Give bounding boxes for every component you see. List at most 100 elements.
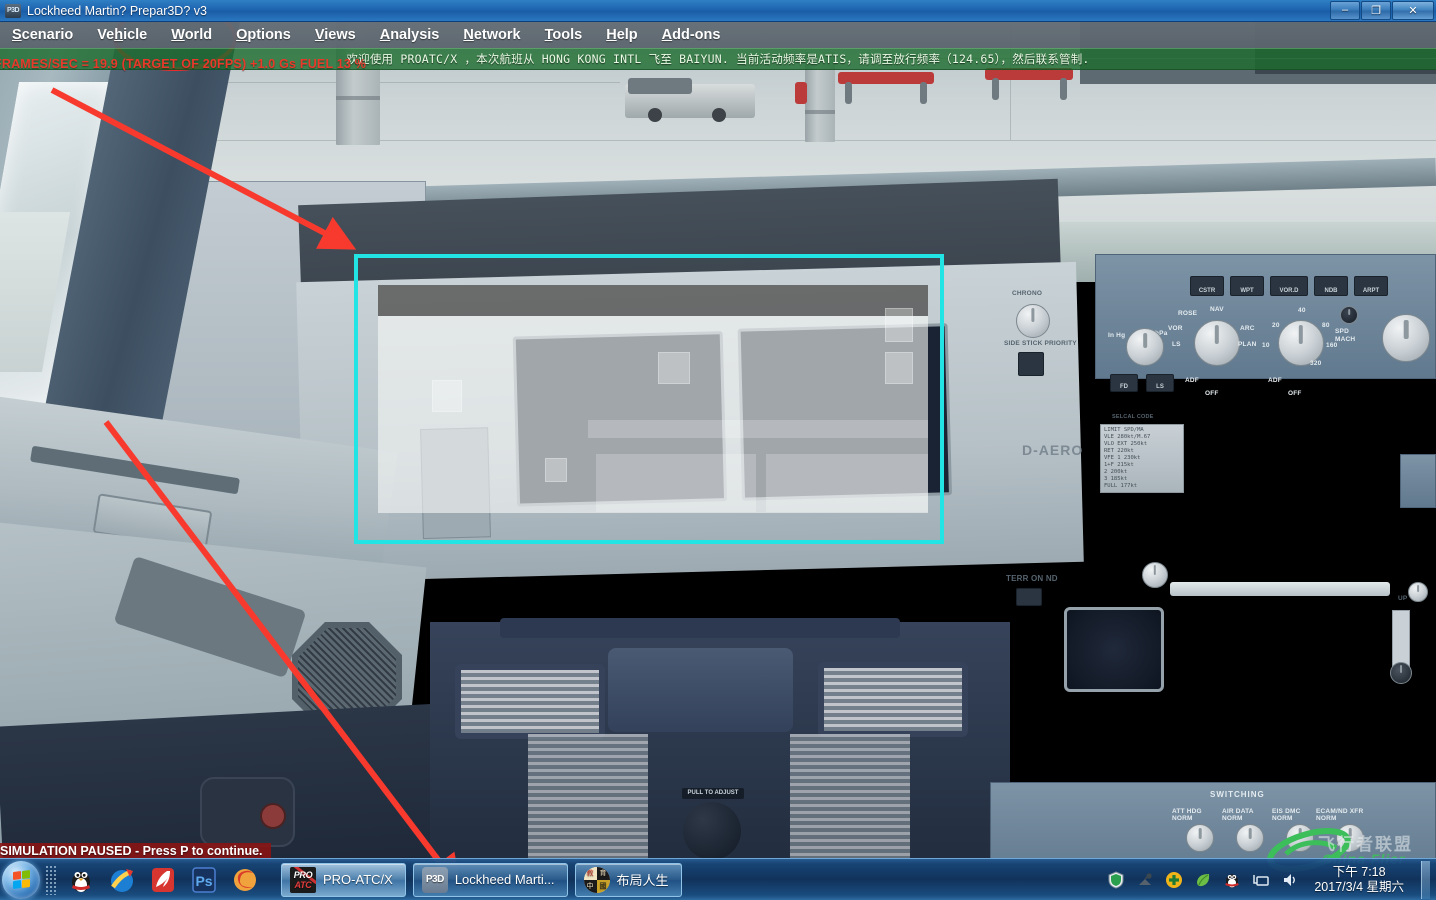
taskbar-clock[interactable]: 下午 7:18 2017/3/4 星期六 (1310, 865, 1410, 895)
range-tick-40: 40 (1298, 307, 1306, 314)
placard-line: FULL 177kt (1104, 483, 1138, 489)
leaf-icon[interactable] (1194, 871, 1212, 889)
bujurensheng-icon: 教 育 中 國 (583, 866, 610, 893)
rcdr-panel (1400, 454, 1436, 508)
efis-button-arpt[interactable]: ARPT (1354, 276, 1388, 296)
taskbar-task-buttons[interactable]: PRO ATC PRO-ATC/X P3D Lockheed Marti... 教… (281, 862, 682, 897)
menu-accel: N (463, 27, 474, 43)
menu-views[interactable]: Views (303, 27, 368, 43)
fd-button[interactable]: FD (1110, 374, 1138, 392)
menu-label: orld (184, 27, 213, 43)
taskbar-item-prepar3d[interactable]: P3D Lockheed Marti... (412, 862, 568, 897)
taskbar-item-prepar3d-label: Lockheed Marti... (454, 872, 555, 887)
menu-accel: W (171, 27, 185, 43)
taskbar-item-proatc-label: PRO-ATC/X (323, 872, 393, 887)
menu-help[interactable]: Help (594, 27, 649, 43)
eis-dmc-knob[interactable] (1286, 824, 1314, 852)
window-title: Lockheed Martin? Prepar3D? v3 (27, 3, 207, 18)
qq-tray-icon[interactable] (1223, 871, 1241, 889)
menu-network[interactable]: Network (451, 27, 532, 43)
rudder-pedal-right[interactable] (818, 662, 968, 737)
satellite-icon[interactable] (1136, 871, 1154, 889)
p3d-icon: P3D (421, 866, 448, 893)
vor-label: VOR (1168, 325, 1183, 332)
menu-label: nalysis (390, 27, 440, 43)
speed-limit-placard: LIMIT SPD/MA VLE 280kt/M.67 VLO EXT 250k… (1100, 424, 1184, 493)
terr-on-nd-button[interactable] (1016, 588, 1042, 606)
isis-knob[interactable] (1142, 562, 1168, 588)
menu-addons[interactable]: Add-ons (650, 27, 733, 43)
browser-icon[interactable] (108, 866, 136, 894)
nd-mode-selector[interactable] (1194, 320, 1240, 366)
efis-button-ndb[interactable]: NDB (1314, 276, 1348, 296)
spd-mach-button[interactable] (1340, 306, 1358, 324)
menu-scenario[interactable]: Scenario (0, 27, 85, 43)
rudder-pedal-left[interactable] (455, 664, 605, 739)
close-button[interactable]: ✕ (1392, 0, 1434, 20)
selcal-code-label: SELCAL CODE (1112, 414, 1154, 420)
firefox-icon[interactable] (231, 866, 259, 894)
seat-release-button[interactable] (260, 803, 286, 829)
switching-title: SWITCHING (1210, 790, 1265, 799)
show-desktop-button[interactable] (1421, 860, 1430, 899)
air-data-knob[interactable] (1236, 824, 1264, 852)
ls-button[interactable]: LS (1146, 374, 1174, 392)
ls-mode-label: LS (1172, 341, 1181, 348)
menu-label: elp (616, 27, 638, 43)
switching-label-ecam-nd: ECAM/ND XFR NORM (1316, 808, 1364, 822)
menu-options[interactable]: Options (224, 27, 303, 43)
menu-vehicle[interactable]: Vehicle (85, 27, 159, 43)
volume-icon[interactable] (1281, 871, 1299, 889)
shield-icon[interactable] (1107, 870, 1125, 889)
system-tray[interactable]: 下午 7:18 2017/3/4 星期六 (1107, 860, 1436, 899)
side-stick-priority-label: SIDE STICK PRIORITY (1004, 340, 1077, 347)
ghost-content-strip (596, 454, 756, 512)
ghost-window-titlebar (378, 285, 928, 316)
windows-taskbar[interactable]: Ps PRO ATC PRO-ATC/X P3D Lockheed Marti.… (0, 858, 1436, 900)
clock-date: 2017/3/4 星期六 (1314, 879, 1404, 894)
baro-knob[interactable] (1126, 328, 1164, 366)
att-hdg-knob[interactable] (1186, 824, 1214, 852)
efis-button-cstr[interactable]: CSTR (1190, 276, 1224, 296)
off2-label: OFF (1288, 390, 1302, 397)
aux-knob[interactable] (1408, 582, 1428, 602)
side-stick-priority-button[interactable] (1018, 352, 1044, 376)
minimize-button[interactable]: – (1330, 0, 1360, 20)
menu-world[interactable]: World (159, 27, 224, 43)
placard-line: 2 200kt (1104, 469, 1128, 475)
chrono-label: CHRONO (1012, 290, 1043, 297)
efis-button-wpt[interactable]: WPT (1230, 276, 1264, 296)
start-button[interactable] (2, 860, 40, 899)
chrono-knob[interactable] (1016, 304, 1050, 338)
ecam-nd-xfr-knob[interactable] (1336, 824, 1364, 852)
efis-button-vord[interactable]: VOR.D (1270, 276, 1308, 296)
quick-launch-bar[interactable]: Ps (67, 866, 259, 894)
window-titlebar[interactable]: P3D Lockheed Martin? Prepar3D? v3 – ❐ ✕ (0, 0, 1436, 22)
photoshop-icon[interactable]: Ps (190, 866, 218, 894)
simulator-viewport[interactable]: PULL TO ADJUST CHRONO SIDE STICK PRIORIT… (0, 22, 1436, 858)
taskbar-item-proatc[interactable]: PRO ATC PRO-ATC/X (281, 862, 406, 897)
seat-adjust-lever[interactable] (200, 777, 295, 847)
menu-analysis[interactable]: Analysis (368, 27, 452, 43)
taskbar-item-bujurensheng[interactable]: 教 育 中 國 布局人生 (574, 862, 682, 897)
kingsoft-icon[interactable] (149, 866, 177, 894)
seat-pull-knob[interactable] (683, 802, 741, 858)
inhg-label: In Hg (1108, 332, 1126, 339)
gear-lever-knob[interactable] (1390, 662, 1412, 684)
plus-circle-icon[interactable] (1165, 871, 1183, 889)
restore-button[interactable]: ❐ (1361, 0, 1391, 20)
off1-label: OFF (1205, 390, 1219, 397)
switching-label-att-hdg: ATT HDG NORM (1172, 808, 1202, 822)
spd-mach-label: SPD MACH (1335, 328, 1356, 343)
menu-accel: h (114, 27, 124, 43)
placard-line: VLO EXT 250kt (1104, 441, 1148, 447)
menu-tools[interactable]: Tools (533, 27, 595, 43)
speed-knob[interactable] (1382, 314, 1430, 362)
network-icon[interactable] (1252, 871, 1270, 889)
ghost-control-box (658, 352, 690, 384)
taskbar-grip[interactable] (45, 864, 56, 895)
qq-icon[interactable] (67, 866, 95, 894)
menu-label: ools (552, 27, 583, 43)
window-controls[interactable]: – ❐ ✕ (1329, 0, 1434, 21)
menu-bar[interactable]: Scenario Vehicle World Options Views Ana… (0, 22, 1436, 48)
